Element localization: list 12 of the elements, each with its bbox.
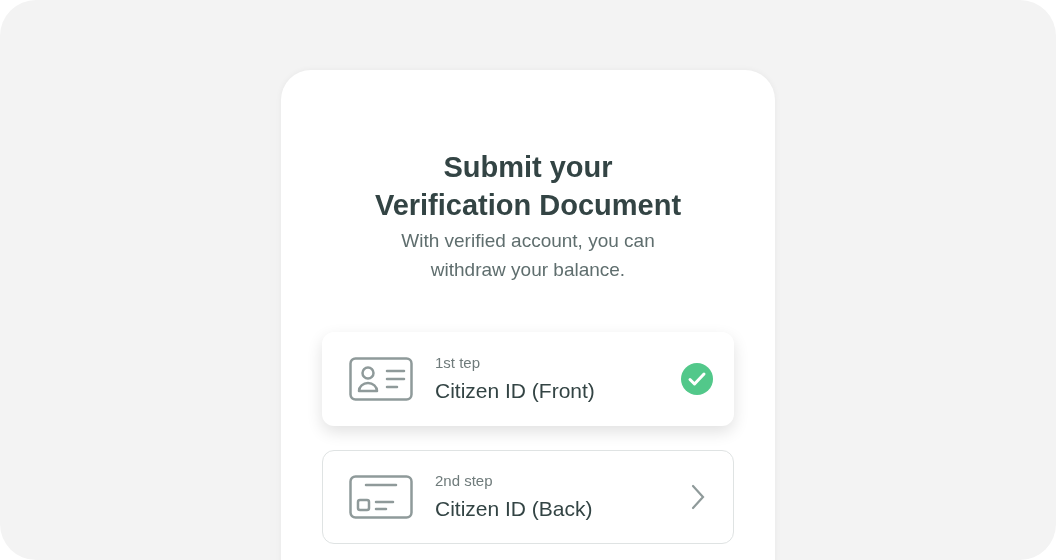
page-title: Submit your Verification Document [373, 150, 683, 223]
subtitle: With verified account, you can withdraw your balance. [400, 229, 656, 282]
step-label: 1st tep [435, 352, 481, 373]
id-card-icon [349, 357, 413, 401]
step-card[interactable]: 2nd step Citizen ID (Back) [322, 450, 734, 544]
step-label: 2nd step [435, 470, 493, 491]
id-card-icon [349, 475, 413, 519]
step-card[interactable]: 1st tep Citizen ID (Front) [322, 332, 734, 426]
chevron-right-icon [691, 484, 705, 510]
step-name: Citizen ID (Front) [435, 377, 595, 404]
step-name: Citizen ID (Back) [435, 495, 593, 522]
check-icon [681, 363, 713, 395]
